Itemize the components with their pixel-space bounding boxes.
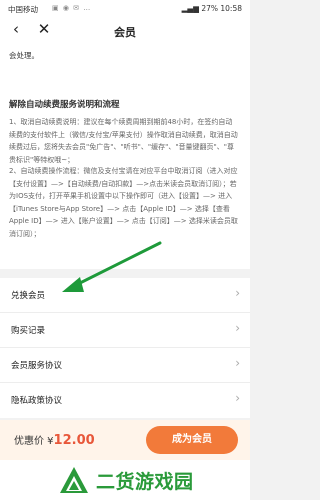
nav-bar: ‹ ✕ 会员 <box>0 18 250 44</box>
status-right: ▂▄▆ 27% 10:58 <box>182 4 242 13</box>
chevron-right-icon: › <box>235 286 240 300</box>
clock: 10:58 <box>220 4 242 13</box>
carrier-label: 中国移动 <box>8 5 38 14</box>
price-value: 12.00 <box>53 433 95 448</box>
notification-icons: ▣ ◉ ✉ … <box>52 4 92 12</box>
purchase-bar: 优惠价 ¥12.00 成为会员 <box>0 420 250 460</box>
site-watermark: 二货游戏园 <box>0 460 250 500</box>
battery-level: 27% <box>201 4 218 13</box>
notice-previous-text: 会处理。 <box>9 51 39 60</box>
menu-item-service-agreement[interactable]: 会员服务协议 › <box>0 348 250 383</box>
signal-icon: ▂▄▆ <box>181 4 199 13</box>
price-prefix: 优惠价 ¥ <box>14 436 54 447</box>
brand-name: 二货游戏园 <box>96 471 194 493</box>
menu-item-label: 购买记录 <box>11 326 46 336</box>
status-bar: 中国移动 ▣ ◉ ✉ … ▂▄▆ 27% 10:58 <box>0 0 250 18</box>
auto-renew-notice: 会处理。 解除自动续费服务说明和流程 1、取消自动续费说明：建议在每个续费周期到… <box>0 44 250 269</box>
notice-heading: 解除自动续费服务说明和流程 <box>9 100 120 110</box>
discount-price: 优惠价 ¥12.00 <box>14 432 95 448</box>
member-menu: 兑换会员 › 购买记录 › 会员服务协议 › 隐私政策协议 › <box>0 278 250 418</box>
page-title: 会员 <box>114 26 136 39</box>
menu-item-label: 会员服务协议 <box>11 361 63 371</box>
menu-item-redeem-membership[interactable]: 兑换会员 › <box>0 278 250 313</box>
notice-paragraph-1: 1、取消自动续费说明：建议在每个续费周期到期前48小时，在签约自动续费的支付软件… <box>9 118 238 164</box>
chevron-right-icon: › <box>235 391 240 405</box>
notice-paragraph-2: 2、自动续费操作流程：微信及支付宝请在对应平台中取消订阅（进入对应【支付设置】—… <box>9 167 238 238</box>
chevron-right-icon: › <box>235 356 240 370</box>
chevron-right-icon: › <box>235 321 240 335</box>
menu-item-label: 隐私政策协议 <box>11 396 63 406</box>
menu-item-label: 兑换会员 <box>11 291 46 301</box>
menu-item-purchase-history[interactable]: 购买记录 › <box>0 313 250 348</box>
brand-logo-icon <box>60 467 88 493</box>
become-member-button[interactable]: 成为会员 <box>146 426 238 454</box>
menu-item-privacy-policy[interactable]: 隐私政策协议 › <box>0 383 250 418</box>
